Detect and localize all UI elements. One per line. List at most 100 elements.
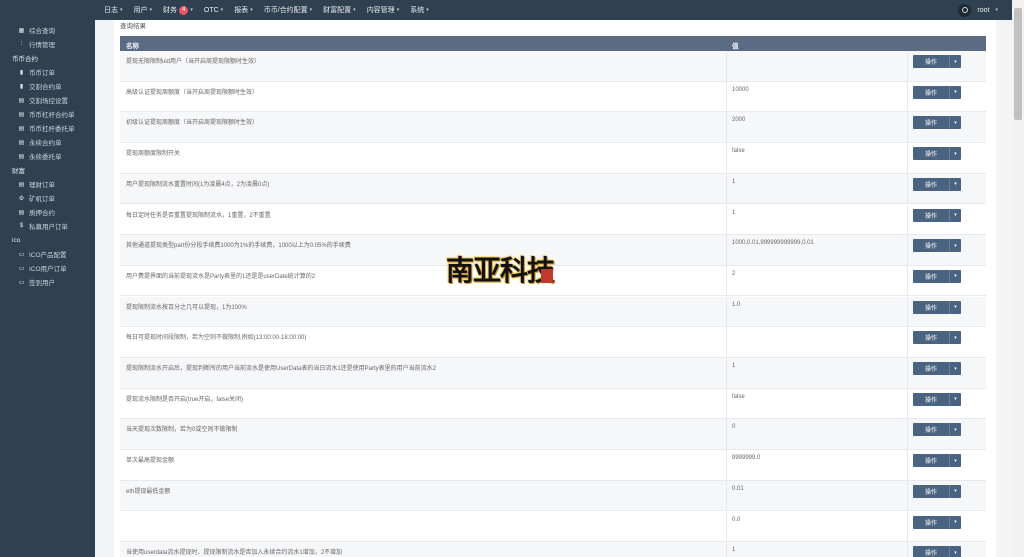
operation-button[interactable]: 操作 bbox=[913, 546, 949, 557]
column-divider bbox=[907, 173, 908, 204]
operation-dropdown-toggle[interactable]: ▾ bbox=[949, 392, 961, 406]
operation-dropdown-toggle[interactable]: ▾ bbox=[949, 454, 961, 468]
sidebar-item[interactable]: ▭ ICO产品配置 bbox=[0, 247, 95, 261]
nav-item-5[interactable]: 币币/合约配置 ▾ bbox=[264, 5, 312, 15]
operation-dropdown-toggle[interactable]: ▾ bbox=[949, 208, 961, 222]
operation-dropdown-toggle[interactable]: ▾ bbox=[949, 269, 961, 283]
operation-button-group: 操作 ▾ bbox=[913, 208, 961, 222]
operation-button-group: 操作 ▾ bbox=[913, 147, 961, 161]
user-menu[interactable]: root ▾ bbox=[958, 0, 998, 20]
operation-button[interactable]: 操作 bbox=[913, 331, 949, 345]
avatar[interactable] bbox=[958, 3, 972, 17]
operation-button[interactable]: 操作 bbox=[913, 484, 949, 498]
operation-dropdown-toggle[interactable]: ▾ bbox=[949, 147, 961, 161]
table-row: 提现周额度限制开关 false 操作 ▾ bbox=[120, 143, 986, 174]
sidebar-item[interactable]: ▮ 交割合约单 bbox=[0, 79, 95, 93]
nav-item-7[interactable]: 内容管理 ▾ bbox=[367, 5, 400, 15]
chevron-down-icon: ▾ bbox=[954, 181, 957, 188]
operation-dropdown-toggle[interactable]: ▾ bbox=[949, 300, 961, 314]
nav-item-6[interactable]: 财富配置 ▾ bbox=[323, 5, 356, 15]
operation-button[interactable]: 操作 bbox=[913, 269, 949, 283]
nav-item-3[interactable]: OTC ▾ bbox=[204, 7, 223, 14]
sidebar-item[interactable]: ▤ 交割场控设置 bbox=[0, 93, 95, 107]
chevron-down-icon: ▾ bbox=[396, 7, 400, 13]
operation-button-group: 操作 ▾ bbox=[913, 423, 961, 437]
sidebar-item[interactable]: $ 私募用户订单 bbox=[0, 219, 95, 233]
sidebar-item-label: 币币订单 bbox=[29, 70, 55, 77]
cell-name: 初级认证提现周额度（当开启周提现限额时生效） bbox=[126, 120, 259, 127]
seal-icon bbox=[541, 269, 553, 283]
operation-dropdown-toggle[interactable]: ▾ bbox=[949, 484, 961, 498]
operation-button[interactable]: 操作 bbox=[913, 208, 949, 222]
operation-dropdown-toggle[interactable]: ▾ bbox=[949, 239, 961, 253]
operation-dropdown-toggle[interactable]: ▾ bbox=[949, 362, 961, 375]
column-divider bbox=[726, 327, 727, 357]
sidebar-item[interactable]: ▤ 永续委托单 bbox=[0, 149, 95, 163]
monitor-icon: ▭ bbox=[18, 265, 25, 272]
sidebar-item[interactable]: ▤ 币币杠杆委托单 bbox=[0, 121, 95, 135]
operation-dropdown-toggle[interactable]: ▾ bbox=[949, 331, 961, 345]
cell-name: 单次最高提现金额 bbox=[126, 458, 175, 465]
sidebar-item[interactable]: ▤ 理财订单 bbox=[0, 177, 95, 191]
table-row: 每日可提现时间段限制，若为空则不做限制,例如(13:00:00-18:00:00… bbox=[120, 327, 986, 358]
sidebar-item[interactable]: ▭ 签到用户 bbox=[0, 275, 95, 289]
operation-button[interactable]: 操作 bbox=[913, 239, 949, 253]
sidebar-item[interactable]: ▤ 币币杠杆合约单 bbox=[0, 107, 95, 121]
operation-button[interactable]: 操作 bbox=[913, 515, 949, 529]
operation-dropdown-toggle[interactable]: ▾ bbox=[949, 85, 961, 99]
nav-item-label: 用户 bbox=[133, 7, 148, 14]
chevron-down-icon: ▾ bbox=[954, 89, 957, 96]
scrollbar-thumb[interactable] bbox=[1014, 8, 1022, 120]
operation-dropdown-toggle[interactable]: ▾ bbox=[949, 515, 961, 529]
operation-button[interactable]: 操作 bbox=[913, 55, 949, 68]
operation-button[interactable]: 操作 bbox=[913, 147, 949, 161]
sidebar-item[interactable]: ▤ 质押合约 bbox=[0, 205, 95, 219]
operation-button[interactable]: 操作 bbox=[913, 85, 949, 99]
table-header: 名称 值 bbox=[120, 36, 986, 51]
operation-button[interactable]: 操作 bbox=[913, 300, 949, 314]
column-header-value: 值 bbox=[732, 43, 739, 50]
operation-button[interactable]: 操作 bbox=[913, 116, 949, 130]
sidebar-group-label: ico bbox=[12, 236, 21, 244]
sidebar-item[interactable]: ⚙ 矿机订单 bbox=[0, 191, 95, 205]
nav-item-4[interactable]: 报表 ▾ bbox=[234, 5, 253, 15]
operation-dropdown-toggle[interactable]: ▾ bbox=[949, 55, 961, 68]
table-row: 单次最高提现金额 9999999.0 操作 ▾ bbox=[120, 450, 986, 481]
sidebar-item[interactable]: ▭ ICO用户订单 bbox=[0, 261, 95, 275]
column-divider bbox=[726, 112, 727, 142]
nav-item-2[interactable]: 财务 4 ▾ bbox=[163, 5, 193, 15]
nav-item-label: 财务 bbox=[163, 7, 178, 14]
operation-dropdown-toggle[interactable]: ▾ bbox=[949, 116, 961, 130]
table-row: 当使用userdata流水提现时，提现限制流水是否加入永续合约流水1增加，2不增… bbox=[120, 542, 986, 557]
panel-title: 查询结果 bbox=[120, 23, 146, 30]
operation-button-group: 操作 ▾ bbox=[913, 484, 961, 498]
operation-dropdown-toggle[interactable]: ▾ bbox=[949, 423, 961, 437]
chevron-down-icon: ▾ bbox=[954, 334, 957, 341]
chevron-down-icon: ▾ bbox=[954, 242, 957, 249]
sidebar-item[interactable]: ▦ 综合查询 bbox=[0, 23, 95, 37]
sidebar-item-label: ICO产品配置 bbox=[29, 252, 67, 259]
operation-dropdown-toggle[interactable]: ▾ bbox=[949, 177, 961, 191]
sidebar-item[interactable]: ▤ 永续合约单 bbox=[0, 135, 95, 149]
column-divider bbox=[726, 173, 727, 204]
chevron-down-icon: ▾ bbox=[954, 212, 957, 218]
operation-button-group: 操作 ▾ bbox=[913, 85, 961, 99]
operation-dropdown-toggle[interactable]: ▾ bbox=[949, 546, 961, 557]
cell-value: 1 bbox=[732, 547, 736, 554]
operation-button[interactable]: 操作 bbox=[913, 362, 949, 375]
operation-button-group: 操作 ▾ bbox=[913, 515, 961, 529]
operation-button-group: 操作 ▾ bbox=[913, 239, 961, 253]
nav-item-0[interactable]: 日志 ▾ bbox=[104, 5, 123, 15]
column-divider bbox=[726, 81, 727, 112]
nav-item-1[interactable]: 用户 ▾ bbox=[134, 5, 153, 15]
nav-item-8[interactable]: 系统 ▾ bbox=[410, 5, 429, 15]
operation-button[interactable]: 操作 bbox=[913, 392, 949, 406]
operation-button[interactable]: 操作 bbox=[913, 177, 949, 191]
column-divider bbox=[726, 204, 727, 234]
sidebar-item[interactable]: ▮ 币币订单 bbox=[0, 65, 95, 79]
chevron-down-icon: ▾ bbox=[995, 7, 998, 13]
username[interactable]: root bbox=[977, 7, 989, 14]
operation-button[interactable]: 操作 bbox=[913, 423, 949, 437]
sidebar-item[interactable]: ⫶ 行情管理 bbox=[0, 37, 95, 51]
operation-button[interactable]: 操作 bbox=[913, 454, 949, 468]
